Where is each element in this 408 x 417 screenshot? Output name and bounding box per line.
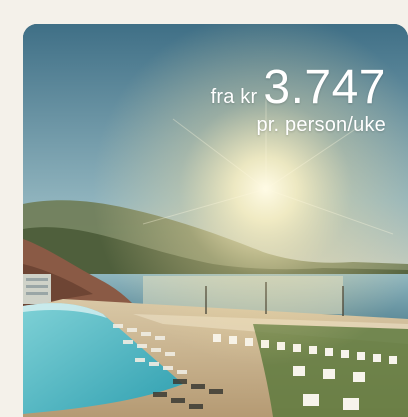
- price-line: fra kr 3.747: [211, 64, 386, 112]
- offer-card[interactable]: fra kr 3.747 pr. person/uke: [23, 24, 408, 417]
- price-prefix: fra kr: [210, 86, 258, 108]
- price-amount: 3.747: [263, 61, 386, 114]
- price-block: fra kr 3.747 pr. person/uke: [211, 64, 386, 137]
- price-suffix: pr. person/uke: [256, 114, 386, 136]
